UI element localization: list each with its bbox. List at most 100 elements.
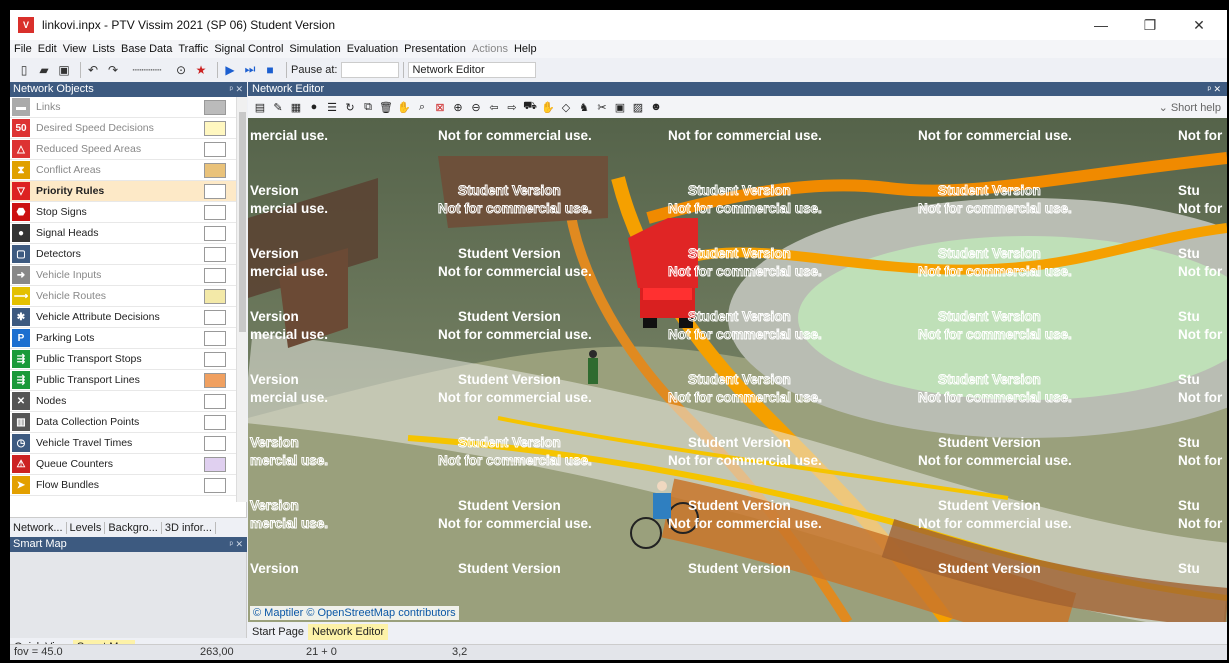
pan-icon[interactable]: ✋ — [396, 99, 412, 115]
vehicle-icon[interactable]: ⛟ — [522, 99, 538, 115]
forward-icon[interactable]: ⇨ — [504, 99, 520, 115]
network-object-row[interactable]: ➜ Vehicle Inputs — [10, 265, 246, 286]
measure-icon[interactable]: ◇ — [558, 99, 574, 115]
tab-start-page[interactable]: Start Page — [248, 624, 308, 640]
network-object-row[interactable]: ◷ Vehicle Travel Times — [10, 433, 246, 454]
menu-file[interactable]: File — [14, 43, 32, 55]
undo-icon[interactable]: ↶ — [85, 62, 101, 78]
style-swatch[interactable] — [204, 331, 226, 346]
save-icon[interactable]: ▣ — [56, 62, 72, 78]
style-swatch[interactable] — [204, 205, 226, 220]
quick-mode-icon[interactable]: ⊙ — [173, 62, 189, 78]
network-object-row[interactable]: ✕ Nodes — [10, 391, 246, 412]
style-swatch[interactable] — [204, 142, 226, 157]
pause-at-input[interactable] — [341, 61, 400, 78]
style-swatch[interactable] — [204, 436, 226, 451]
style-swatch[interactable] — [204, 478, 226, 493]
style-swatch[interactable] — [204, 247, 226, 262]
network-object-row[interactable]: ⇶ Public Transport Stops — [10, 349, 246, 370]
style-swatch[interactable] — [204, 100, 226, 115]
copy-icon[interactable]: ⧉ — [360, 99, 376, 115]
pin-close-icon[interactable]: ᵖ ✕ — [1208, 82, 1221, 96]
globe-icon[interactable]: ● — [306, 99, 322, 115]
open-file-icon[interactable]: ▰ — [36, 62, 52, 78]
people-icon[interactable]: ☻ — [648, 99, 664, 115]
pedestrian-icon[interactable]: ♞ — [576, 99, 592, 115]
network-object-row[interactable]: ▬ Links — [10, 97, 246, 118]
map-credit[interactable]: © Maptiler © OpenStreetMap contributors — [250, 606, 459, 620]
pin-close-icon[interactable]: ᵖ ✕ — [230, 82, 243, 97]
tools-icon[interactable]: ✂ — [594, 99, 610, 115]
grid-icon[interactable]: ▦ — [288, 99, 304, 115]
network-object-row[interactable]: ⧗ Conflict Areas — [10, 160, 246, 181]
tab-levels[interactable]: Levels — [67, 521, 106, 534]
delete-icon[interactable]: 🗑 — [378, 99, 394, 115]
menu-help[interactable]: Help — [514, 43, 537, 55]
redo-icon[interactable]: ↷ — [105, 62, 121, 78]
3d-mode-icon[interactable]: ▨ — [630, 99, 646, 115]
zoom-select-icon[interactable]: ⌕ — [414, 99, 430, 115]
style-swatch[interactable] — [204, 184, 226, 199]
style-swatch[interactable] — [204, 310, 226, 325]
network-object-row[interactable]: P Parking Lots — [10, 328, 246, 349]
network-object-row[interactable]: ➤ Flow Bundles — [10, 475, 246, 496]
style-swatch[interactable] — [204, 121, 226, 136]
style-swatch[interactable] — [204, 289, 226, 304]
menu-simulation[interactable]: Simulation — [289, 43, 340, 55]
back-icon[interactable]: ⇦ — [486, 99, 502, 115]
menu-view[interactable]: View — [63, 43, 87, 55]
style-swatch[interactable] — [204, 352, 226, 367]
edit-icon[interactable]: ✎ — [270, 99, 286, 115]
menu-actions[interactable]: Actions — [472, 43, 508, 55]
menu-base-data[interactable]: Base Data — [121, 43, 172, 55]
network-object-row[interactable]: △ Reduced Speed Areas — [10, 139, 246, 160]
play-icon[interactable]: ▶ — [222, 62, 238, 78]
close-button[interactable]: ✕ — [1176, 10, 1222, 40]
tab-network[interactable]: Network... — [10, 521, 67, 534]
style-swatch[interactable] — [204, 226, 226, 241]
scrollbar-thumb[interactable] — [239, 112, 246, 332]
hand-icon[interactable]: ✋ — [540, 99, 556, 115]
style-swatch[interactable] — [204, 394, 226, 409]
smart-map-view[interactable] — [10, 552, 247, 638]
list-scrollbar[interactable] — [236, 97, 247, 502]
network-object-row[interactable]: ⚠ Queue Counters — [10, 454, 246, 475]
zoom-box-icon[interactable]: ⊠ — [432, 99, 448, 115]
style-swatch[interactable] — [204, 373, 226, 388]
network-object-row[interactable]: ▥ Data Collection Points — [10, 412, 246, 433]
tab-network-editor[interactable]: Network Editor — [307, 624, 389, 640]
menu-edit[interactable]: Edit — [38, 43, 57, 55]
network-object-row[interactable]: ● Signal Heads — [10, 223, 246, 244]
screenshot-icon[interactable]: ▣ — [612, 99, 628, 115]
network-object-row[interactable]: ⬣ Stop Signs — [10, 202, 246, 223]
zoom-in-icon[interactable]: ⊕ — [450, 99, 466, 115]
network-object-row[interactable]: ✱ Vehicle Attribute Decisions — [10, 307, 246, 328]
network-object-row[interactable]: ⟶ Vehicle Routes — [10, 286, 246, 307]
network-object-row[interactable]: ⇶ Public Transport Lines — [10, 370, 246, 391]
network-object-row[interactable]: ▽ Priority Rules — [10, 181, 246, 202]
menu-lists[interactable]: Lists — [92, 43, 115, 55]
minimize-button[interactable]: — — [1078, 10, 1124, 40]
tab-3d-info[interactable]: 3D infor... — [162, 521, 216, 534]
editor-select[interactable]: Network Editor — [408, 61, 537, 78]
short-help-toggle[interactable]: ⌄ Short help — [1159, 101, 1221, 114]
style-swatch[interactable] — [204, 457, 226, 472]
stop-icon[interactable]: ■ — [262, 62, 278, 78]
3d-network-view[interactable]: mercial use. Not for commercial use. Not f… — [248, 118, 1227, 622]
layout-icon[interactable]: ▤ — [252, 99, 268, 115]
menu-signal-control[interactable]: Signal Control — [214, 43, 283, 55]
style-swatch[interactable] — [204, 268, 226, 283]
menu-traffic[interactable]: Traffic — [178, 43, 208, 55]
restore-button[interactable]: ❐ — [1127, 10, 1173, 40]
new-file-icon[interactable]: ▯ — [16, 62, 32, 78]
rotate-icon[interactable]: ↻ — [342, 99, 358, 115]
tab-backgrounds[interactable]: Backgro... — [105, 521, 162, 534]
network-object-row[interactable]: 50 Desired Speed Decisions — [10, 118, 246, 139]
menu-evaluation[interactable]: Evaluation — [347, 43, 398, 55]
network-object-row[interactable]: ▢ Detectors — [10, 244, 246, 265]
style-swatch[interactable] — [204, 163, 226, 178]
pin-close-icon[interactable]: ᵖ ✕ — [230, 537, 243, 552]
list-icon[interactable]: ☰ — [324, 99, 340, 115]
style-swatch[interactable] — [204, 415, 226, 430]
simulation-speed-slider[interactable]: ┈┈┈┈ — [125, 62, 169, 78]
